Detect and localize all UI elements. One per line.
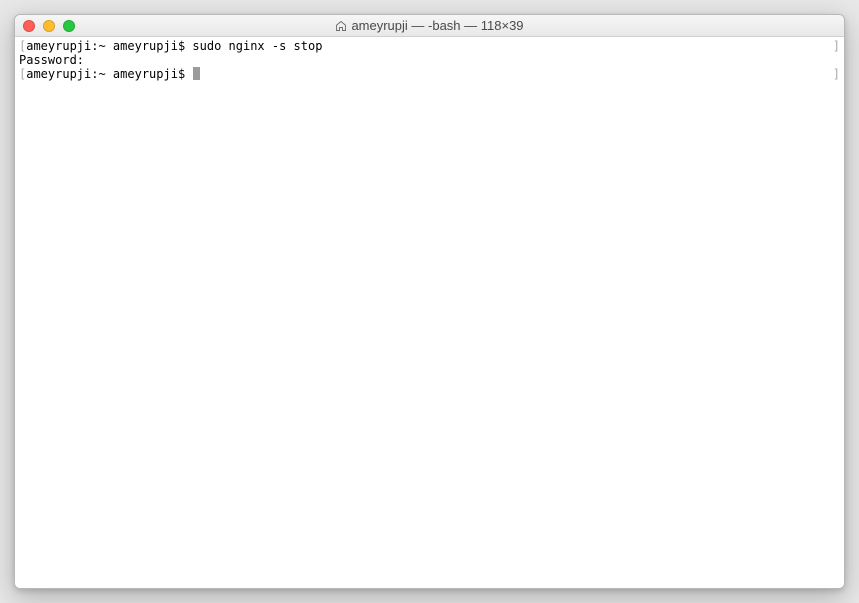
terminal-prompt: ameyrupji:~ ameyrupji$ [26, 39, 192, 53]
line-bracket-right: ] [200, 67, 840, 81]
home-icon [335, 20, 347, 32]
minimize-button[interactable] [43, 20, 55, 32]
line-bracket-left: [ [19, 67, 26, 81]
window-title-text: ameyrupji — -bash — 118×39 [351, 18, 523, 33]
terminal-window: ameyrupji — -bash — 118×39 [ameyrupji:~ … [14, 14, 845, 589]
terminal-command: sudo nginx -s stop [192, 39, 322, 53]
close-button[interactable] [23, 20, 35, 32]
window-title: ameyrupji — -bash — 118×39 [23, 18, 836, 33]
line-bracket-left: [ [19, 39, 26, 53]
terminal-line: [ameyrupji:~ ameyrupji$ ] [19, 67, 840, 81]
terminal-line: Password: [19, 53, 840, 67]
maximize-button[interactable] [63, 20, 75, 32]
terminal-prompt: Password: [19, 53, 84, 67]
terminal-line: [ameyrupji:~ ameyrupji$ sudo nginx -s st… [19, 39, 840, 53]
traffic-lights [23, 20, 75, 32]
line-bracket-right: ] [322, 39, 840, 53]
terminal-prompt: ameyrupji:~ ameyrupji$ [26, 67, 192, 81]
title-bar[interactable]: ameyrupji — -bash — 118×39 [15, 15, 844, 37]
terminal-content[interactable]: [ameyrupji:~ ameyrupji$ sudo nginx -s st… [15, 37, 844, 588]
terminal-cursor [193, 67, 200, 80]
